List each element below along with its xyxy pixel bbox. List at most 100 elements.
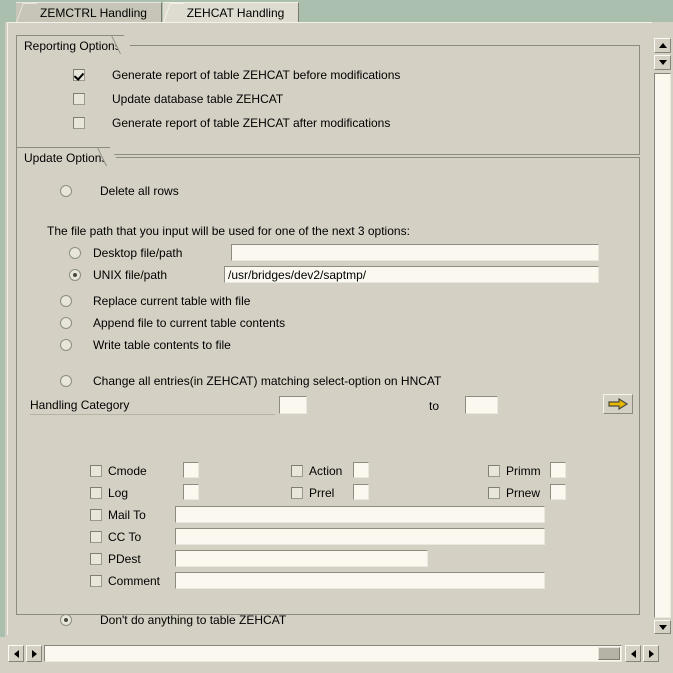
scroll-up-icon (658, 43, 667, 48)
pdest-input[interactable] (175, 550, 428, 567)
radio-unix-file-path[interactable] (69, 269, 81, 281)
radio-do-nothing-row[interactable]: Don't do anything to table ZEHCAT (60, 613, 286, 627)
checkbox-generate-report-before-label: Generate report of table ZEHCAT before m… (112, 68, 401, 82)
scroll-up-button[interactable] (654, 38, 671, 53)
action-input[interactable] (353, 462, 369, 478)
checkbox-pdest-label: PDest (108, 552, 141, 566)
checkbox-cmode-row[interactable]: Cmode (90, 464, 147, 478)
checkbox-comment-label: Comment (108, 574, 161, 588)
checkbox-update-database-table-label: Update database table ZEHCAT (112, 92, 284, 106)
scroll-left-button-2[interactable] (625, 645, 641, 662)
scroll-left-button[interactable] (8, 645, 24, 662)
checkbox-log-label: Log (108, 486, 129, 500)
checkbox-prrel[interactable] (291, 487, 303, 499)
tab-zemctrl-handling[interactable]: ZEMCTRL Handling (16, 2, 162, 22)
horizontal-scroll-track[interactable] (44, 645, 622, 662)
checkbox-mail-to-label: Mail To (108, 508, 146, 522)
checkbox-cc-to-row[interactable]: CC To (90, 530, 141, 544)
scroll-down-button[interactable] (654, 55, 671, 70)
tab-zehcat-handling[interactable]: ZEHCAT Handling (163, 2, 299, 22)
reporting-option-row-3[interactable]: Generate report of table ZEHCAT after mo… (73, 116, 390, 130)
handling-category-to-input[interactable] (465, 396, 498, 414)
radio-change-entries-row[interactable]: Change all entries(in ZEHCAT) matching s… (60, 374, 441, 388)
handling-category-to-label: to (429, 399, 440, 413)
execute-select-option-button[interactable] (603, 394, 633, 414)
radio-change-all-entries[interactable] (60, 375, 72, 387)
checkbox-generate-report-before[interactable] (73, 69, 85, 81)
checkbox-prnew-label: Prnew (506, 486, 541, 500)
checkbox-generate-report-after[interactable] (73, 117, 85, 129)
checkbox-log-row[interactable]: Log (90, 486, 128, 500)
primm-input[interactable] (550, 462, 566, 478)
checkbox-prnew-row[interactable]: Prnew (488, 486, 540, 500)
radio-do-nothing[interactable] (60, 614, 72, 626)
radio-desktop-file-path[interactable] (69, 247, 81, 259)
checkbox-update-database-table[interactable] (73, 93, 85, 105)
cc-to-input[interactable] (175, 528, 545, 545)
checkbox-cc-to[interactable] (90, 531, 102, 543)
radio-replace-table-row[interactable]: Replace current table with file (60, 294, 250, 308)
update-options-group: Update Options Delete all rows The file … (16, 147, 640, 627)
prrel-input[interactable] (353, 484, 369, 500)
scroll-right-button[interactable] (26, 645, 42, 662)
radio-delete-all-rows-row[interactable]: Delete all rows (60, 184, 179, 198)
radio-replace-current-table[interactable] (60, 295, 72, 307)
reporting-options-title: Reporting Options (16, 35, 136, 56)
checkbox-primm-label: Primm (506, 464, 541, 478)
comment-input[interactable] (175, 572, 545, 589)
scroll-right-icon (648, 649, 654, 658)
radio-write-table-row[interactable]: Write table contents to file (60, 338, 231, 352)
checkbox-prrel-row[interactable]: Prrel (291, 486, 334, 500)
cmode-input[interactable] (183, 462, 199, 478)
scroll-right-button-2[interactable] (643, 645, 659, 662)
checkbox-comment-row[interactable]: Comment (90, 574, 160, 588)
checkbox-log[interactable] (90, 487, 102, 499)
checkbox-prnew[interactable] (488, 487, 500, 499)
prnew-input[interactable] (550, 484, 566, 500)
radio-append-file[interactable] (60, 317, 72, 329)
vertical-scroll-track[interactable] (654, 73, 671, 618)
update-options-title-label: Update Options (24, 151, 108, 165)
desktop-file-path-input[interactable] (231, 244, 599, 261)
checkbox-comment[interactable] (90, 575, 102, 587)
radio-append-file-row[interactable]: Append file to current table contents (60, 316, 285, 330)
reporting-option-row-1[interactable]: Generate report of table ZEHCAT before m… (73, 68, 400, 82)
radio-unix-path-row[interactable]: UNIX file/path (69, 268, 167, 282)
scroll-left-icon (13, 649, 19, 658)
checkbox-prrel-label: Prrel (309, 486, 335, 500)
handling-category-from-input[interactable] (279, 396, 307, 414)
radio-do-nothing-label: Don't do anything to table ZEHCAT (100, 613, 287, 627)
checkbox-action[interactable] (291, 465, 303, 477)
checkbox-mail-to-row[interactable]: Mail To (90, 508, 146, 522)
reporting-options-group: Reporting Options Generate report of tab… (16, 35, 640, 155)
checkbox-action-row[interactable]: Action (291, 464, 342, 478)
checkbox-action-label: Action (309, 464, 343, 478)
checkbox-pdest-row[interactable]: PDest (90, 552, 141, 566)
reporting-options-title-label: Reporting Options (24, 39, 121, 53)
horizontal-scroll-thumb[interactable] (598, 647, 620, 660)
radio-delete-all-rows-label: Delete all rows (100, 184, 179, 198)
radio-replace-current-table-label: Replace current table with file (93, 294, 251, 308)
scroll-right-icon (31, 649, 37, 658)
reporting-option-row-2[interactable]: Update database table ZEHCAT (73, 92, 283, 106)
radio-write-table-contents[interactable] (60, 339, 72, 351)
scroll-bottom-button[interactable] (654, 620, 671, 634)
radio-delete-all-rows[interactable] (60, 185, 72, 197)
group-title-slash-fix (106, 166, 123, 168)
checkbox-pdest[interactable] (90, 553, 102, 565)
handling-category-underline (30, 414, 275, 415)
horizontal-scrollbar[interactable] (0, 637, 673, 673)
tab-content-panel: Reporting Options Generate report of tab… (7, 22, 657, 635)
tab-zemctrl-handling-label: ZEMCTRL Handling (40, 5, 147, 20)
checkbox-primm[interactable] (488, 465, 500, 477)
checkbox-primm-row[interactable]: Primm (488, 464, 541, 478)
tab-bar: ZEMCTRL Handling ZEHCAT Handling (0, 0, 673, 22)
checkbox-cmode[interactable] (90, 465, 102, 477)
unix-file-path-input[interactable]: /usr/bridges/dev2/saptmp/ (224, 266, 599, 283)
tab-zehcat-handling-label: ZEHCAT Handling (186, 5, 285, 20)
mail-to-input[interactable] (175, 506, 545, 523)
log-input[interactable] (183, 484, 199, 500)
vertical-scrollbar[interactable] (652, 22, 673, 635)
radio-desktop-path-row[interactable]: Desktop file/path (69, 246, 182, 260)
checkbox-mail-to[interactable] (90, 509, 102, 521)
